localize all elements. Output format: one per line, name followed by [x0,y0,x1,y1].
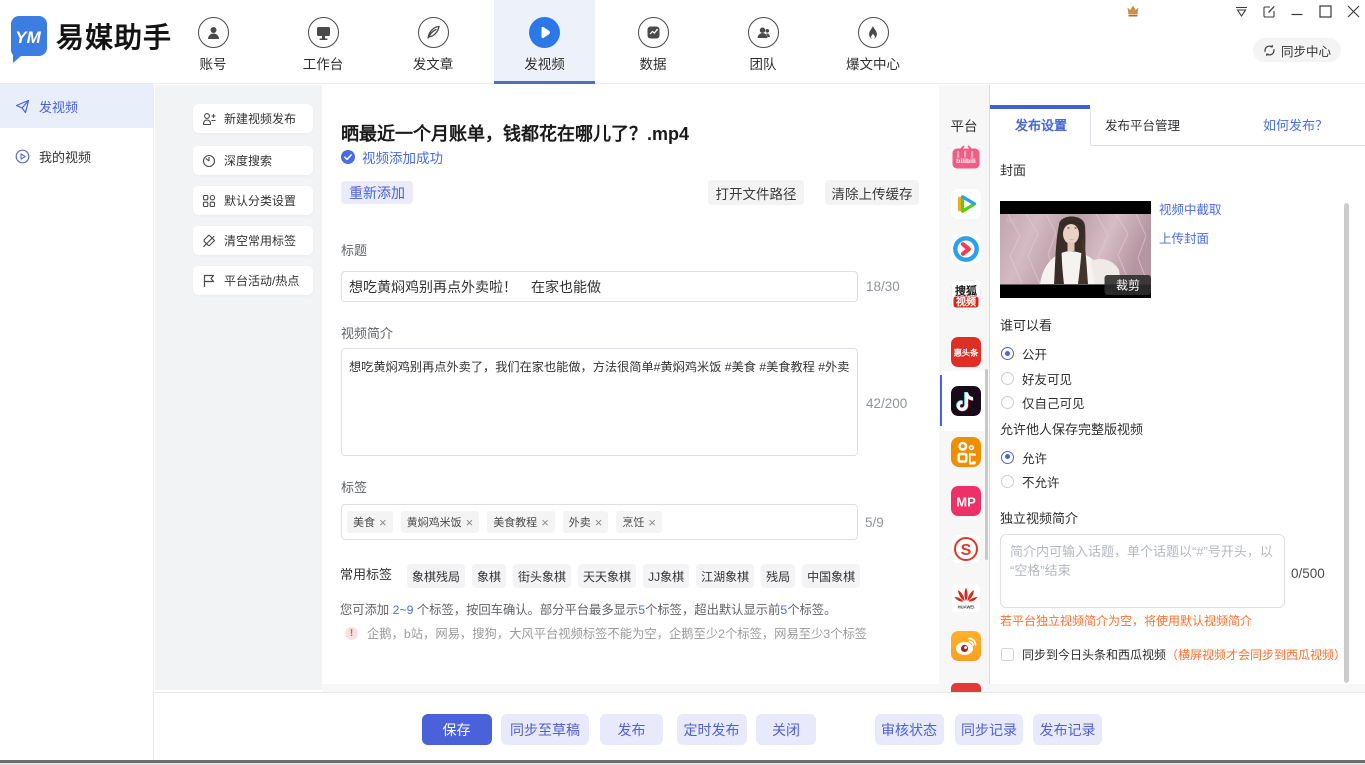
svg-text:视频: 视频 [956,295,976,308]
svg-text:bilibili: bilibili [956,158,976,165]
svg-text:YM: YM [15,28,41,47]
svg-text:裁剪: 裁剪 [1116,278,1140,293]
svg-text:搜狐: 搜狐 [955,283,977,297]
svg-text:惠头条: 惠头条 [953,348,978,358]
svg-text:S: S [960,542,971,559]
svg-text:HUAWEI: HUAWEI [957,605,974,610]
svg-text:快手: 快手 [1006,217,1018,225]
svg-text:MP: MP [956,495,976,510]
